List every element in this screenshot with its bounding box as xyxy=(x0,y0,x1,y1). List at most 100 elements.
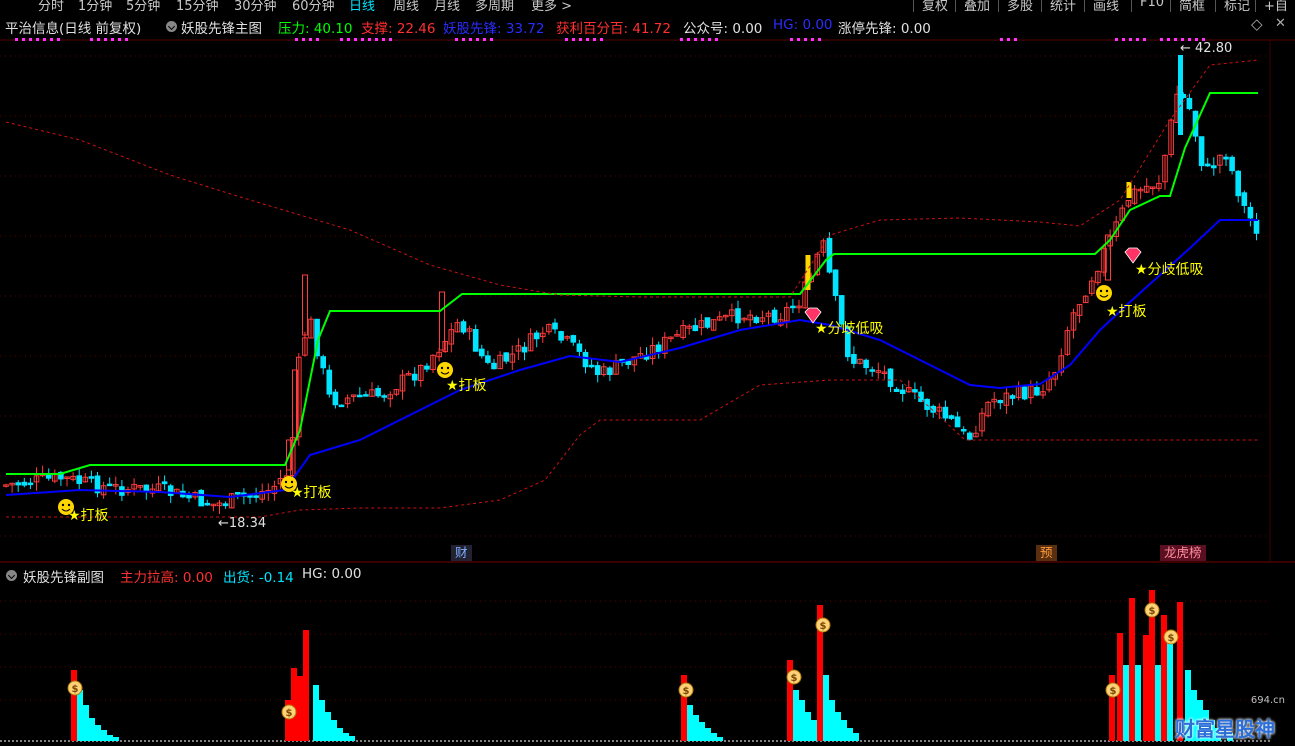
close-icon[interactable]: ✕ xyxy=(1275,16,1286,31)
top-marker xyxy=(361,38,364,41)
top-marker xyxy=(118,38,121,41)
volume-bar xyxy=(805,712,811,741)
top-marker xyxy=(347,38,350,41)
volume-bar xyxy=(107,735,113,741)
top-marker xyxy=(375,38,378,41)
candle-body xyxy=(485,355,491,363)
signal-label: ★打板 xyxy=(291,484,332,501)
volume-bar xyxy=(717,737,723,741)
candle-body xyxy=(45,473,52,479)
top-marker xyxy=(572,38,575,41)
volume-bar xyxy=(303,630,309,741)
smiley-icon xyxy=(1105,289,1109,293)
volume-bar xyxy=(101,730,107,741)
money-bag-icon: $ xyxy=(1149,606,1156,617)
sub-indicator-menu-icon[interactable] xyxy=(6,570,17,581)
candle-body xyxy=(582,351,589,368)
candle-body xyxy=(887,368,894,387)
event-forecast[interactable]: 预 xyxy=(1036,545,1057,561)
volume-bar xyxy=(313,685,319,741)
money-bag-icon: $ xyxy=(1110,686,1117,697)
candle-body xyxy=(863,359,869,369)
stock-title[interactable]: 平治信息(日线 前复权) xyxy=(5,17,141,37)
candle-body xyxy=(918,391,924,402)
support-value: 支撑: 22.46 xyxy=(361,21,436,37)
top-marker xyxy=(680,38,683,41)
volume-bar xyxy=(89,718,95,741)
volume-bar xyxy=(95,725,101,741)
indicator-name[interactable]: 妖股先锋主图 xyxy=(181,17,262,37)
volume-bar xyxy=(343,733,349,741)
event-dragon-tiger[interactable]: 龙虎榜 xyxy=(1160,545,1206,561)
candle-body xyxy=(1211,165,1217,169)
top-marker xyxy=(476,38,479,41)
top-marker xyxy=(111,38,114,41)
top-marker xyxy=(1000,38,1003,41)
zhuli-value: 主力拉高: 0.00 xyxy=(120,570,213,586)
volume-bar xyxy=(331,720,337,741)
candle-body xyxy=(790,305,796,309)
volume-bar xyxy=(291,668,297,741)
top-marker xyxy=(1129,38,1132,41)
top-marker xyxy=(455,38,458,41)
top-marker xyxy=(462,38,465,41)
candle-body xyxy=(960,428,967,432)
candle-body xyxy=(198,489,204,507)
top-marker xyxy=(389,38,392,41)
sub-indicator-name[interactable]: 妖股先锋副图 xyxy=(23,566,104,586)
signal-label: ★打板 xyxy=(446,377,487,394)
money-bag-icon: $ xyxy=(683,686,690,697)
volume-bar xyxy=(693,715,699,741)
top-marker xyxy=(593,38,596,41)
limit-candle xyxy=(302,274,308,336)
volume-bar xyxy=(83,705,89,741)
volume-bar xyxy=(793,690,799,741)
candle-body xyxy=(967,432,973,440)
candle-body xyxy=(1021,386,1028,400)
top-marker xyxy=(586,38,589,41)
smiley-icon xyxy=(1099,289,1103,293)
top-marker xyxy=(804,38,807,41)
diamond-icon[interactable]: ◇ xyxy=(1251,15,1263,33)
top-marker xyxy=(57,38,60,41)
signal-label: ★分歧低吸 xyxy=(1135,262,1204,278)
smiley-icon xyxy=(437,362,453,378)
volume-bar xyxy=(799,700,805,741)
candle-body xyxy=(247,495,253,498)
volume-bar xyxy=(853,733,859,741)
event-finance[interactable]: 财 xyxy=(451,545,472,561)
candle-body xyxy=(753,316,760,323)
top-marker xyxy=(1122,38,1125,41)
candle-body xyxy=(942,406,949,419)
money-bag-icon: $ xyxy=(1168,633,1175,644)
top-marker xyxy=(125,38,128,41)
candle-body xyxy=(1235,170,1242,197)
candle-body xyxy=(21,481,28,486)
volume-bar xyxy=(687,705,693,741)
signal-label: ★分歧低吸 xyxy=(815,321,884,337)
top-marker xyxy=(818,38,821,41)
main-chart-header: 平治信息(日线 前复权) 妖股先锋主图 压力: 40.10 支撑: 22.46 … xyxy=(0,14,1295,37)
volume-bar xyxy=(297,676,303,741)
volume-bar xyxy=(1135,665,1141,741)
signal-label: ★打板 xyxy=(1106,303,1147,320)
smiley-icon xyxy=(58,499,74,515)
volume-bar xyxy=(337,728,343,741)
candle-body xyxy=(1229,156,1235,172)
candle-body xyxy=(692,325,699,332)
top-marker xyxy=(694,38,697,41)
candle-body xyxy=(588,364,595,368)
top-marker xyxy=(708,38,711,41)
candle-body xyxy=(411,373,418,381)
candle-body xyxy=(771,309,778,323)
volume-bar xyxy=(705,728,711,741)
volume-bar xyxy=(847,728,853,741)
candle-body xyxy=(161,481,168,485)
candle-body xyxy=(869,369,876,372)
smiley-icon xyxy=(446,366,450,370)
top-marker xyxy=(469,38,472,41)
top-marker xyxy=(790,38,793,41)
indicator-menu-icon[interactable] xyxy=(166,21,177,32)
candle-body xyxy=(253,495,259,498)
chart-canvas[interactable]: ← 42.80 ←18.34 ★打板 ★打板 ★打板 ★分歧低吸 ★打板 ★分歧低吸 $ $ $ $ $… xyxy=(0,0,1295,746)
